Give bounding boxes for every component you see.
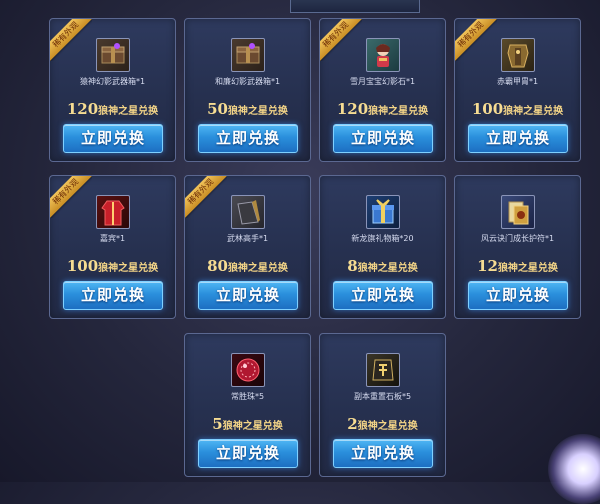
price-amount: 12 [477,257,498,275]
top-banner-edge [290,0,420,13]
item-name: 猿神幻影武器箱*1 [79,77,146,86]
exchange-button[interactable]: 立即兑换 [333,124,433,153]
rare-appearance-ribbon: 稀有外观 [455,19,497,61]
price-label: 2狼神之星兑换 [320,415,445,433]
doll-icon[interactable] [366,38,400,72]
exchange-card: 稀有外观 嘉宾*1 100狼神之星兑换 立即兑换 [49,175,176,319]
price-label: 50狼神之星兑换 [185,100,310,118]
item-name: 副本重置石板*5 [353,392,412,401]
exchange-button[interactable]: 立即兑换 [333,439,433,468]
item-name: 常胜珠*5 [230,392,265,401]
price-label: 120狼神之星兑换 [320,100,445,118]
weapon-box-icon[interactable] [96,38,130,72]
weapon-box-icon[interactable] [231,38,265,72]
exchange-button[interactable]: 立即兑换 [198,281,298,310]
rare-appearance-ribbon: 稀有外观 [320,19,362,61]
price-currency: 狼神之星兑换 [98,106,159,117]
price-amount: 100 [66,257,99,275]
orb-icon[interactable] [231,353,265,387]
price-amount: 120 [66,100,99,118]
gift-box-icon[interactable] [366,195,400,229]
price-amount: 80 [207,257,228,275]
item-name: 和廉幻影武器箱*1 [214,77,281,86]
item-name: 雪月宝宝幻影石*1 [349,77,416,86]
exchange-card: 稀有外观 猿神幻影武器箱*1 120狼神之星兑换 立即兑换 [49,18,176,162]
price-label: 100狼神之星兑换 [50,257,175,275]
price-currency: 狼神之星兑换 [98,263,159,274]
exchange-button[interactable]: 立即兑换 [198,124,298,153]
rare-appearance-ribbon: 稀有外观 [185,176,227,218]
price-amount: 100 [471,100,504,118]
price-amount: 5 [212,415,223,433]
price-label: 100狼神之星兑换 [455,100,580,118]
red-coat-icon[interactable] [96,195,130,229]
exchange-card: 常胜珠*5 5狼神之星兑换 立即兑换 [184,333,311,477]
exchange-button[interactable]: 立即兑换 [468,124,568,153]
exchange-button[interactable]: 立即兑换 [333,281,433,310]
exchange-card: 副本重置石板*5 2狼神之星兑换 立即兑换 [319,333,446,477]
price-label: 8狼神之星兑换 [320,257,445,275]
price-label: 120狼神之星兑换 [50,100,175,118]
item-name: 武林高手*1 [226,234,269,243]
exchange-button[interactable]: 立即兑换 [198,439,298,468]
exchange-button[interactable]: 立即兑换 [63,281,163,310]
exchange-card: 风云诀门成长护符*1 12狼神之星兑换 立即兑换 [454,175,581,319]
price-amount: 120 [336,100,369,118]
price-label: 80狼神之星兑换 [185,257,310,275]
exchange-card: 新龙旗礼物箱*20 8狼神之星兑换 立即兑换 [319,175,446,319]
price-amount: 8 [347,257,358,275]
exchange-card: 稀有外观 赤霸甲胄*1 100狼神之星兑换 立即兑换 [454,18,581,162]
price-currency: 狼神之星兑换 [368,106,429,117]
item-name: 嘉宾*1 [99,234,126,243]
talisman-icon[interactable] [501,195,535,229]
price-currency: 狼神之星兑换 [497,263,558,274]
exchange-button[interactable]: 立即兑换 [63,124,163,153]
armor-icon[interactable] [501,38,535,72]
price-currency: 狼神之星兑换 [227,106,288,117]
exchange-card: 稀有外观 武林高手*1 80狼神之星兑换 立即兑换 [184,175,311,319]
price-amount: 2 [347,415,358,433]
price-currency: 狼神之星兑换 [357,421,418,432]
item-name: 风云诀门成长护符*1 [480,234,555,243]
rare-appearance-ribbon: 稀有外观 [50,19,92,61]
exchange-button[interactable]: 立即兑换 [468,281,568,310]
exchange-card: 稀有外观 雪月宝宝幻影石*1 120狼神之星兑换 立即兑换 [319,18,446,162]
rare-appearance-ribbon: 稀有外观 [50,176,92,218]
price-label: 5狼神之星兑换 [185,415,310,433]
stone-tablet-icon[interactable] [366,353,400,387]
price-currency: 狼神之星兑换 [222,421,283,432]
exchange-card: 和廉幻影武器箱*1 50狼神之星兑换 立即兑换 [184,18,311,162]
item-name: 新龙旗礼物箱*20 [351,234,414,243]
price-amount: 50 [207,100,228,118]
price-currency: 狼神之星兑换 [357,263,418,274]
glove-icon[interactable] [231,195,265,229]
price-label: 12狼神之星兑换 [455,257,580,275]
corner-glow-decoration [548,434,600,504]
price-currency: 狼神之星兑换 [503,106,564,117]
price-currency: 狼神之星兑换 [227,263,288,274]
item-name: 赤霸甲胄*1 [496,77,539,86]
